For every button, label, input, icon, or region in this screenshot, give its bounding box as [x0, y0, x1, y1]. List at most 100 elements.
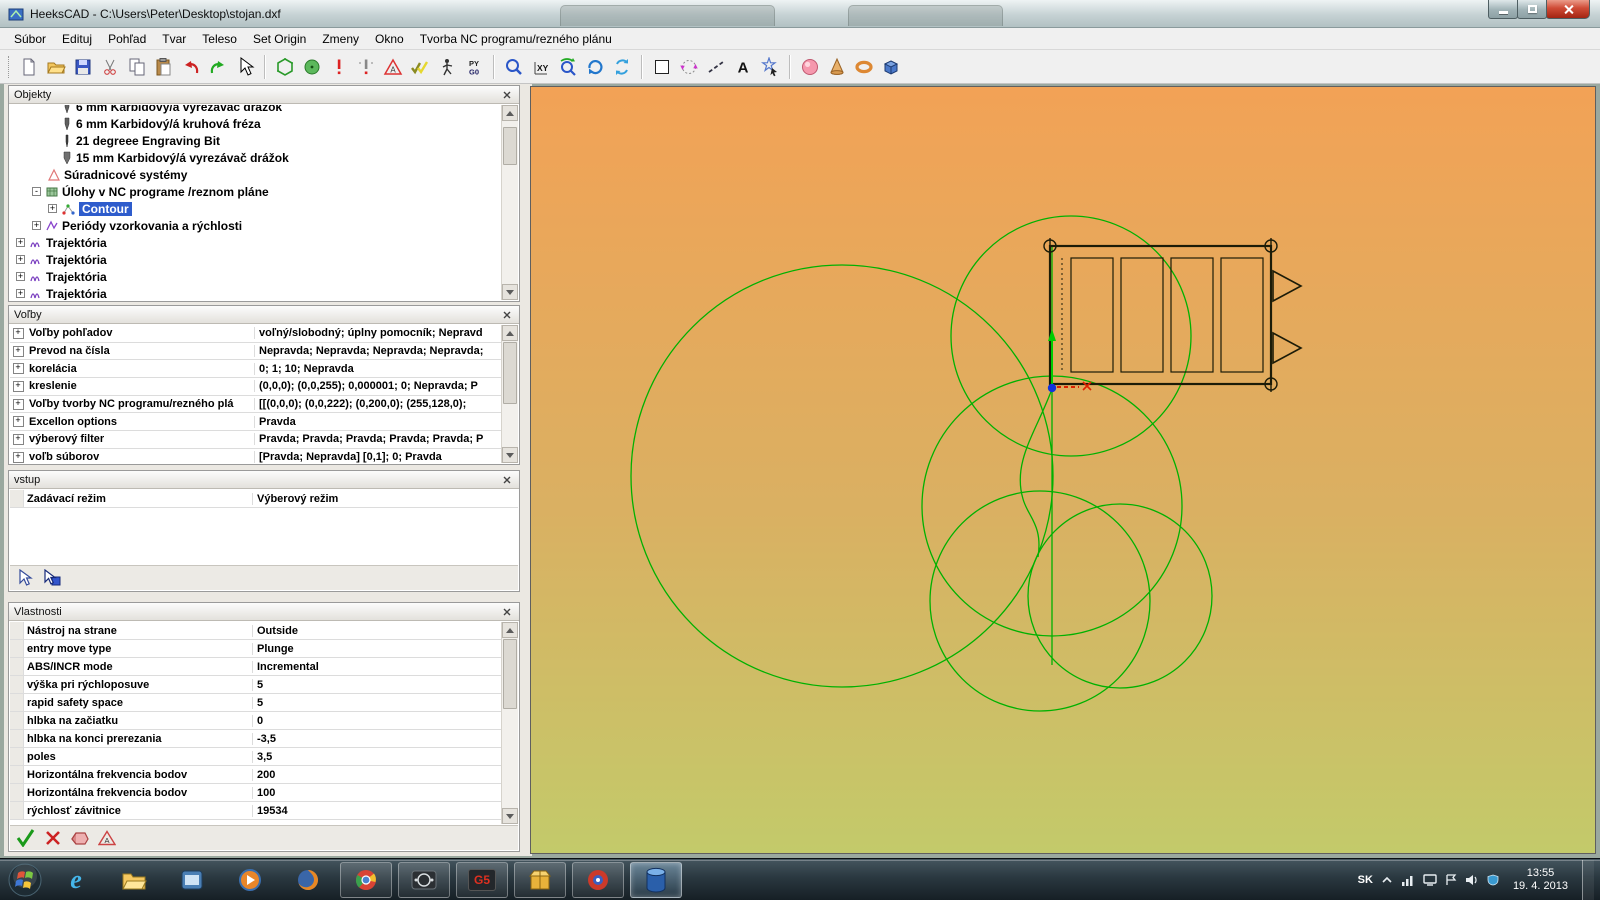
- volume-icon[interactable]: [1465, 874, 1479, 886]
- expand-icon[interactable]: [10, 381, 26, 392]
- text-button[interactable]: A: [729, 53, 756, 80]
- py-g0-button[interactable]: PYG0: [460, 53, 487, 80]
- xy-view-button[interactable]: XY: [527, 53, 554, 80]
- taskbar-item-internet-explorer[interactable]: e: [50, 862, 102, 898]
- menu-teleso[interactable]: Teleso: [194, 29, 245, 49]
- menu-nc-program[interactable]: Tvorba NC programu/rezného plánu: [412, 29, 620, 49]
- tree-item-nc-operations[interactable]: Úlohy v NC programe /reznom pláne: [10, 183, 501, 200]
- expand-icon[interactable]: [48, 204, 57, 213]
- cut-button[interactable]: [96, 53, 123, 80]
- scroll-thumb[interactable]: [503, 342, 517, 404]
- scroll-down-button[interactable]: [502, 284, 518, 300]
- scroll-thumb[interactable]: [503, 639, 517, 709]
- taskbar-item-red-circle-app[interactable]: [572, 862, 624, 898]
- scrollbar[interactable]: [501, 105, 518, 300]
- taskbar-item-blue-app[interactable]: [166, 862, 218, 898]
- solid-torus-button[interactable]: [850, 53, 877, 80]
- scroll-up-button[interactable]: [502, 325, 518, 341]
- apply-check-icon[interactable]: [16, 829, 36, 847]
- undo-button[interactable]: [177, 53, 204, 80]
- start-button[interactable]: [4, 861, 46, 899]
- maximize-button[interactable]: [1517, 0, 1547, 19]
- rotate-view-button[interactable]: [581, 53, 608, 80]
- viewport[interactable]: [530, 86, 1596, 854]
- dimension-button[interactable]: A: [379, 53, 406, 80]
- hidden-icons-chevron[interactable]: [1381, 875, 1393, 885]
- refresh-view-button[interactable]: [608, 53, 635, 80]
- close-panel-button[interactable]: [500, 308, 514, 321]
- menu-tvar[interactable]: Tvar: [154, 29, 194, 49]
- taskbar-item-chrome[interactable]: [340, 862, 392, 898]
- taskbar-item-windows-explorer[interactable]: [108, 862, 160, 898]
- tree-item-trajectory[interactable]: Trajektória: [10, 234, 501, 251]
- paste-button[interactable]: [150, 53, 177, 80]
- tree-item-tool[interactable]: 6 mm Karbidový/á vyrezávač drážok: [10, 105, 501, 115]
- cancel-x-icon[interactable]: [44, 829, 62, 847]
- posture-figure-button[interactable]: [433, 53, 460, 80]
- open-folder-button[interactable]: [42, 53, 69, 80]
- expand-icon[interactable]: [16, 238, 25, 247]
- expand-icon[interactable]: [16, 255, 25, 264]
- close-panel-button[interactable]: [500, 605, 514, 618]
- zoom-extents-button[interactable]: [500, 53, 527, 80]
- expand-icon[interactable]: [10, 328, 26, 339]
- scroll-up-button[interactable]: [502, 105, 518, 121]
- zoom-rotate-button[interactable]: [554, 53, 581, 80]
- solid-cube-button[interactable]: [877, 53, 904, 80]
- expand-icon[interactable]: [10, 363, 26, 374]
- collapse-icon[interactable]: [32, 187, 41, 196]
- viewport-canvas[interactable]: [531, 87, 1595, 853]
- clock[interactable]: 13:55 19. 4. 2013: [1507, 867, 1574, 893]
- scroll-down-button[interactable]: [502, 808, 518, 824]
- signal-bars-icon[interactable]: [1401, 874, 1415, 886]
- menu-zmeny[interactable]: Zmeny: [314, 29, 367, 49]
- copy-button[interactable]: [123, 53, 150, 80]
- eraser-icon[interactable]: [70, 830, 90, 846]
- expand-icon[interactable]: [10, 416, 26, 427]
- expand-icon[interactable]: [10, 452, 26, 463]
- apply-checks-button[interactable]: [406, 53, 433, 80]
- select-arrow-button[interactable]: [231, 53, 258, 80]
- tree-item-tool[interactable]: 6 mm Karbidový/á kruhová fréza: [10, 115, 501, 132]
- menu-okno[interactable]: Okno: [367, 29, 412, 49]
- viewport-button[interactable]: [648, 53, 675, 80]
- language-indicator[interactable]: SK: [1358, 874, 1373, 886]
- drag-select-icon[interactable]: [42, 569, 62, 587]
- taskbar-item-media-player[interactable]: [224, 862, 276, 898]
- redo-button[interactable]: [204, 53, 231, 80]
- expand-icon[interactable]: [32, 221, 41, 230]
- close-panel-button[interactable]: [500, 473, 514, 486]
- point-button[interactable]: [325, 53, 352, 80]
- toolbar-grip[interactable]: [8, 56, 11, 78]
- expand-icon[interactable]: [16, 272, 25, 281]
- menu-subor[interactable]: Súbor: [6, 29, 54, 49]
- expand-icon[interactable]: [16, 289, 25, 298]
- warning-triangle-icon[interactable]: A: [98, 830, 116, 846]
- menu-pohlad[interactable]: Pohľad: [100, 29, 154, 49]
- save-button[interactable]: [69, 53, 96, 80]
- expand-icon[interactable]: [10, 434, 26, 445]
- new-file-button[interactable]: [15, 53, 42, 80]
- taskbar-item-g5[interactable]: G5: [456, 862, 508, 898]
- minimize-button[interactable]: [1488, 0, 1518, 19]
- show-desktop-button[interactable]: [1582, 860, 1594, 900]
- scrollbar[interactable]: [501, 622, 518, 824]
- star-pick-button[interactable]: [756, 53, 783, 80]
- tree-item-contour[interactable]: Contour: [10, 200, 501, 217]
- scroll-thumb[interactable]: [503, 127, 517, 165]
- tree-item-coordinate-systems[interactable]: Súradnicové systémy: [10, 166, 501, 183]
- solid-sphere-button[interactable]: [796, 53, 823, 80]
- scrollbar[interactable]: [501, 325, 518, 463]
- tree-item-sampling-periods[interactable]: Periódy vzorkovania a rýchlosti: [10, 217, 501, 234]
- tree-item-trajectory[interactable]: Trajektória: [10, 251, 501, 268]
- close-panel-button[interactable]: [500, 88, 514, 101]
- point-dots-button[interactable]: [352, 53, 379, 80]
- tree-item-tool[interactable]: 21 degreee Engraving Bit: [10, 132, 501, 149]
- dashed-line-button[interactable]: [702, 53, 729, 80]
- expand-icon[interactable]: [10, 346, 26, 357]
- close-button[interactable]: [1546, 0, 1590, 19]
- menu-set-origin[interactable]: Set Origin: [245, 29, 314, 49]
- sketch-hexagon-button[interactable]: [271, 53, 298, 80]
- rotate-animation-button[interactable]: [675, 53, 702, 80]
- tree-item-trajectory[interactable]: Trajektória: [10, 268, 501, 285]
